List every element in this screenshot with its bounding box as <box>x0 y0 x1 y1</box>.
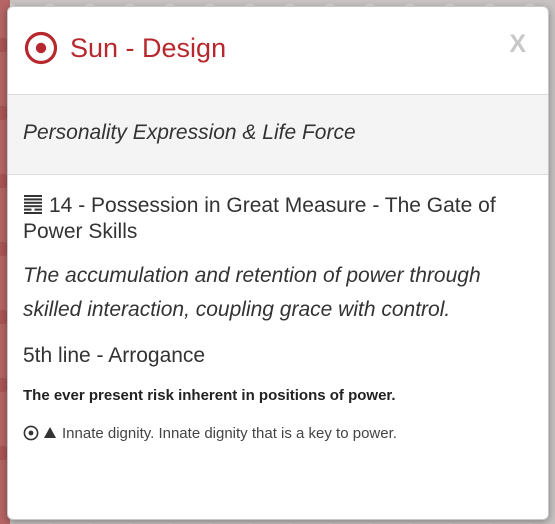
gate-info-dialog: Sun - Design X Personality Expression & … <box>7 6 549 520</box>
gate-heading: 14 - Possession in Great Measure - The G… <box>23 193 530 245</box>
up-triangle-icon <box>44 427 56 438</box>
line-detail: Innate dignity. Innate dignity that is a… <box>23 424 530 444</box>
dialog-header: Sun - Design X <box>8 7 548 95</box>
line-title: 5th line - Arrogance <box>23 344 206 367</box>
dialog-body: 14 - Possession in Great Measure - The G… <box>8 175 548 444</box>
gate-description: The accumulation and retention of power … <box>23 264 481 321</box>
dialog-title: Sun - Design <box>70 33 227 63</box>
close-button[interactable]: X <box>509 29 526 59</box>
line-detail-text: Innate dignity. Innate dignity that is a… <box>62 425 397 442</box>
gate-heading-text: 14 - Possession in Great Measure - The G… <box>23 194 496 243</box>
sun-icon <box>23 425 39 441</box>
line-summary: The ever present risk inherent in positi… <box>23 387 396 404</box>
sun-icon <box>24 31 58 65</box>
background-right-strip <box>549 0 555 524</box>
dialog-subheader: Personality Expression & Life Force <box>8 95 548 175</box>
dialog-subtitle: Personality Expression & Life Force <box>23 121 356 144</box>
hexagram-icon <box>24 195 42 214</box>
